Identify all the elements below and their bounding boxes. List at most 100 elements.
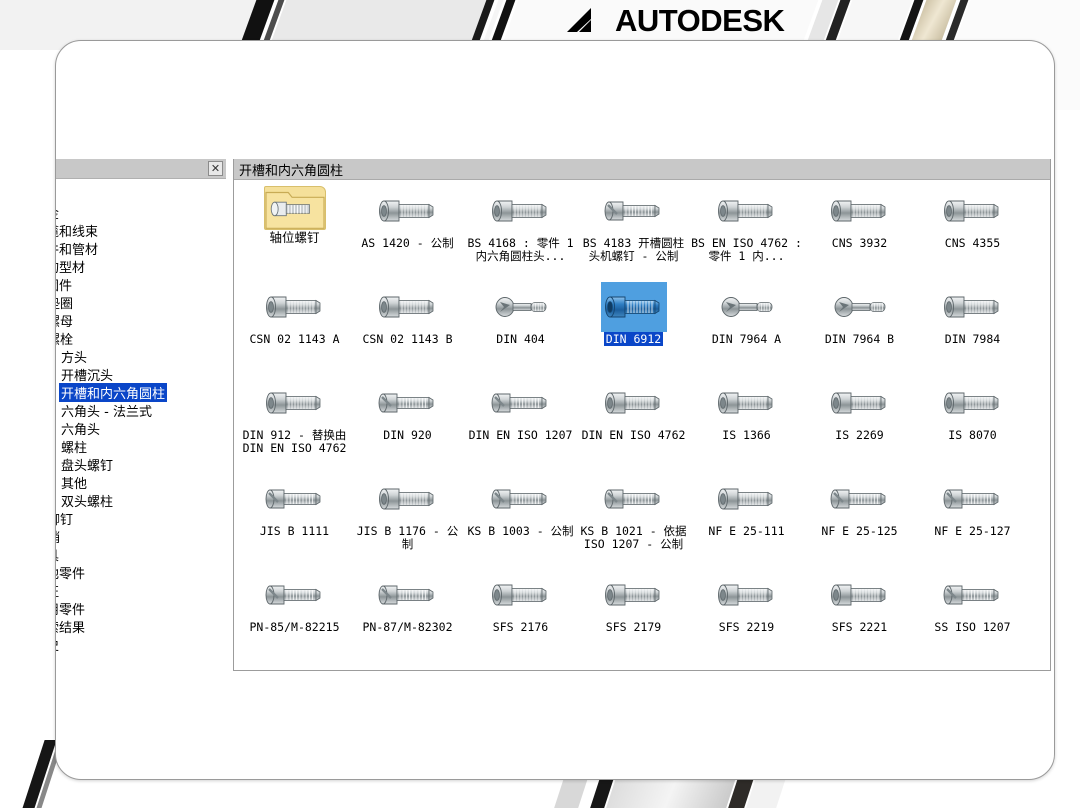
tree-item-search-results[interactable]: 搜索结果: [56, 617, 226, 636]
folder-thumbnail-icon: [264, 191, 325, 229]
slotted-thumbnail-icon: [604, 201, 659, 221]
tree-item-stud[interactable]: 螺柱: [56, 437, 226, 456]
content-list-grid[interactable]: 轴位螺钉 AS 1420 - 公制 BS 4168 : 零件 1 内六角圆柱头...…: [234, 180, 1050, 666]
list-item[interactable]: JIS B 1111: [238, 474, 351, 570]
list-item[interactable]: JIS B 1176 - 公制: [351, 474, 464, 570]
list-item-thumbnail: [375, 474, 441, 524]
tree-item-nut[interactable]: 螺母: [56, 311, 226, 330]
list-item-label-text: AS 1420 - 公制: [361, 236, 454, 250]
tree-item-hex-flange[interactable]: 六角头 - 法兰式: [56, 401, 226, 420]
list-item[interactable]: SFS 2221: [803, 570, 916, 666]
tree-item-shaft-parts[interactable]: 轴用零件: [56, 599, 226, 618]
list-item-label-text: DIN 7964 B: [824, 332, 895, 346]
list-item[interactable]: SS ISO 1207: [916, 570, 1029, 666]
screw-thumbnail-icon: [604, 392, 659, 414]
tree-item-fastener[interactable]: 紧固件: [56, 275, 226, 294]
tree-item-features[interactable]: 特征: [56, 581, 226, 600]
tree-item-double-end-stud[interactable]: 双头螺柱: [56, 491, 226, 510]
list-item-label: DIN 6912: [578, 332, 690, 346]
tree-item-pin[interactable]: 销: [56, 527, 226, 546]
list-item[interactable]: BS EN ISO 4762 : 零件 1 内...: [690, 186, 803, 282]
list-item[interactable]: 轴位螺钉: [238, 186, 351, 282]
list-item[interactable]: DIN 920: [351, 378, 464, 474]
list-item-thumbnail: [600, 282, 667, 332]
list-item-label-text: DIN 920: [383, 428, 432, 442]
tree-item-structural-shape[interactable]: 结构型材: [56, 257, 226, 276]
list-item[interactable]: SFS 2176: [464, 570, 577, 666]
list-item-thumbnail: [262, 570, 328, 620]
tree-item-cable-harness[interactable]: 电缆和线束: [56, 221, 226, 240]
tree-item-tube-pipe[interactable]: 管件和管材: [56, 239, 226, 258]
list-item[interactable]: IS 2269: [803, 378, 916, 474]
tree-item-other[interactable]: 其他: [56, 473, 226, 492]
list-item-label-text: BS EN ISO 4762 : 零件 1 内...: [691, 236, 802, 263]
list-item-label: DIN 912 - 替换由 DIN EN ISO 4762: [239, 429, 351, 455]
slotted-thumbnail-icon: [943, 585, 998, 605]
list-item[interactable]: BS 4168 : 零件 1 内六角圆柱头...: [464, 186, 577, 282]
list-item[interactable]: PN-87/M-82302: [351, 570, 464, 666]
list-item[interactable]: DIN EN ISO 4762: [577, 378, 690, 474]
content-list-title: 开槽和内六角圆柱: [239, 163, 344, 179]
slotted-thumbnail-icon: [491, 489, 546, 509]
tree-item-label: 开槽沉头: [61, 368, 114, 384]
list-item-label-text: JIS B 1176 - 公制: [356, 524, 459, 551]
list-item-label-text: SFS 2221: [831, 620, 888, 634]
list-item-thumbnail: [714, 570, 780, 620]
close-icon[interactable]: ✕: [208, 161, 223, 176]
tree-item-washer[interactable]: 垫圈: [56, 293, 226, 312]
list-item[interactable]: CNS 3932: [803, 186, 916, 282]
screw-thumbnail-icon: [604, 296, 659, 318]
list-item[interactable]: DIN 7984: [916, 282, 1029, 378]
tree-item-history[interactable]: 历史: [56, 635, 226, 654]
list-item[interactable]: KS B 1021 - 依据 ISO 1207 - 公制: [577, 474, 690, 570]
screw-thumbnail-icon: [604, 584, 659, 606]
tree-item-bolt[interactable]: 螺栓: [56, 329, 226, 348]
category-tree[interactable]: IDF钣金电缆和线束管件和管材结构型材紧固件垫圈螺母螺栓方头开槽沉头开槽和内六角…: [56, 179, 226, 679]
tree-item-label: 销: [56, 527, 62, 546]
list-item[interactable]: PN-85/M-82215: [238, 570, 351, 666]
tree-item-rivet[interactable]: 铆钉: [56, 509, 226, 528]
list-item-label: DIN 7964 A: [691, 333, 803, 346]
screw-thumbnail-icon: [491, 200, 546, 222]
tree-item-square-head[interactable]: 方头: [56, 347, 226, 366]
list-item[interactable]: DIN 912 - 替换由 DIN EN ISO 4762: [238, 378, 351, 474]
list-item[interactable]: AS 1420 - 公制: [351, 186, 464, 282]
list-item[interactable]: KS B 1003 - 公制: [464, 474, 577, 570]
list-item[interactable]: CSN 02 1143 B: [351, 282, 464, 378]
list-item-label: BS 4168 : 零件 1 内六角圆柱头...: [465, 237, 577, 263]
list-item-label-text: SFS 2176: [492, 620, 549, 634]
content-center-dialog: 类别视图 ✕ IDF钣金电缆和线束管件和管材结构型材紧固件垫圈螺母螺栓方头开槽沉…: [56, 159, 1051, 679]
list-item-selected[interactable]: DIN 6912: [577, 282, 690, 378]
tree-item-sheet-metal[interactable]: 钣金: [56, 203, 226, 222]
list-item[interactable]: SFS 2219: [690, 570, 803, 666]
list-item-label-text: JIS B 1111: [259, 524, 330, 538]
cross-thumbnail-icon: [834, 297, 885, 317]
list-item[interactable]: DIN EN ISO 1207: [464, 378, 577, 474]
tree-item-other-parts[interactable]: 其他零件: [56, 563, 226, 582]
list-item-thumbnail: [262, 282, 328, 332]
tree-item-mold[interactable]: 模具: [56, 545, 226, 564]
tree-item-socket-head[interactable]: 开槽和内六角圆柱: [56, 382, 226, 402]
tree-item-hex-head[interactable]: 六角头: [56, 419, 226, 438]
list-item[interactable]: DIN 7964 A: [690, 282, 803, 378]
list-item-thumbnail: [940, 570, 1006, 620]
list-item[interactable]: NF E 25-111: [690, 474, 803, 570]
list-item-thumbnail: [601, 186, 667, 236]
list-item[interactable]: IS 8070: [916, 378, 1029, 474]
list-item[interactable]: SFS 2179: [577, 570, 690, 666]
list-item-label-text: SFS 2219: [718, 620, 775, 634]
list-item[interactable]: BS 4183 开槽圆柱头机螺钉 - 公制: [577, 186, 690, 282]
list-item-thumbnail: [714, 474, 780, 524]
list-item[interactable]: CNS 4355: [916, 186, 1029, 282]
list-item[interactable]: NF E 25-125: [803, 474, 916, 570]
tree-item-idf[interactable]: IDF: [56, 185, 226, 203]
tree-item-slotted-countersunk[interactable]: 开槽沉头: [56, 365, 226, 384]
list-item[interactable]: CSN 02 1143 A: [238, 282, 351, 378]
list-item[interactable]: DIN 404: [464, 282, 577, 378]
list-item[interactable]: IS 1366: [690, 378, 803, 474]
tree-item-pan-head-screw[interactable]: 盘头螺钉: [56, 455, 226, 474]
list-item[interactable]: DIN 7964 B: [803, 282, 916, 378]
tree-item-label: 垫圈: [56, 296, 74, 312]
list-item[interactable]: NF E 25-127: [916, 474, 1029, 570]
list-item-label: IS 2269: [804, 429, 916, 442]
